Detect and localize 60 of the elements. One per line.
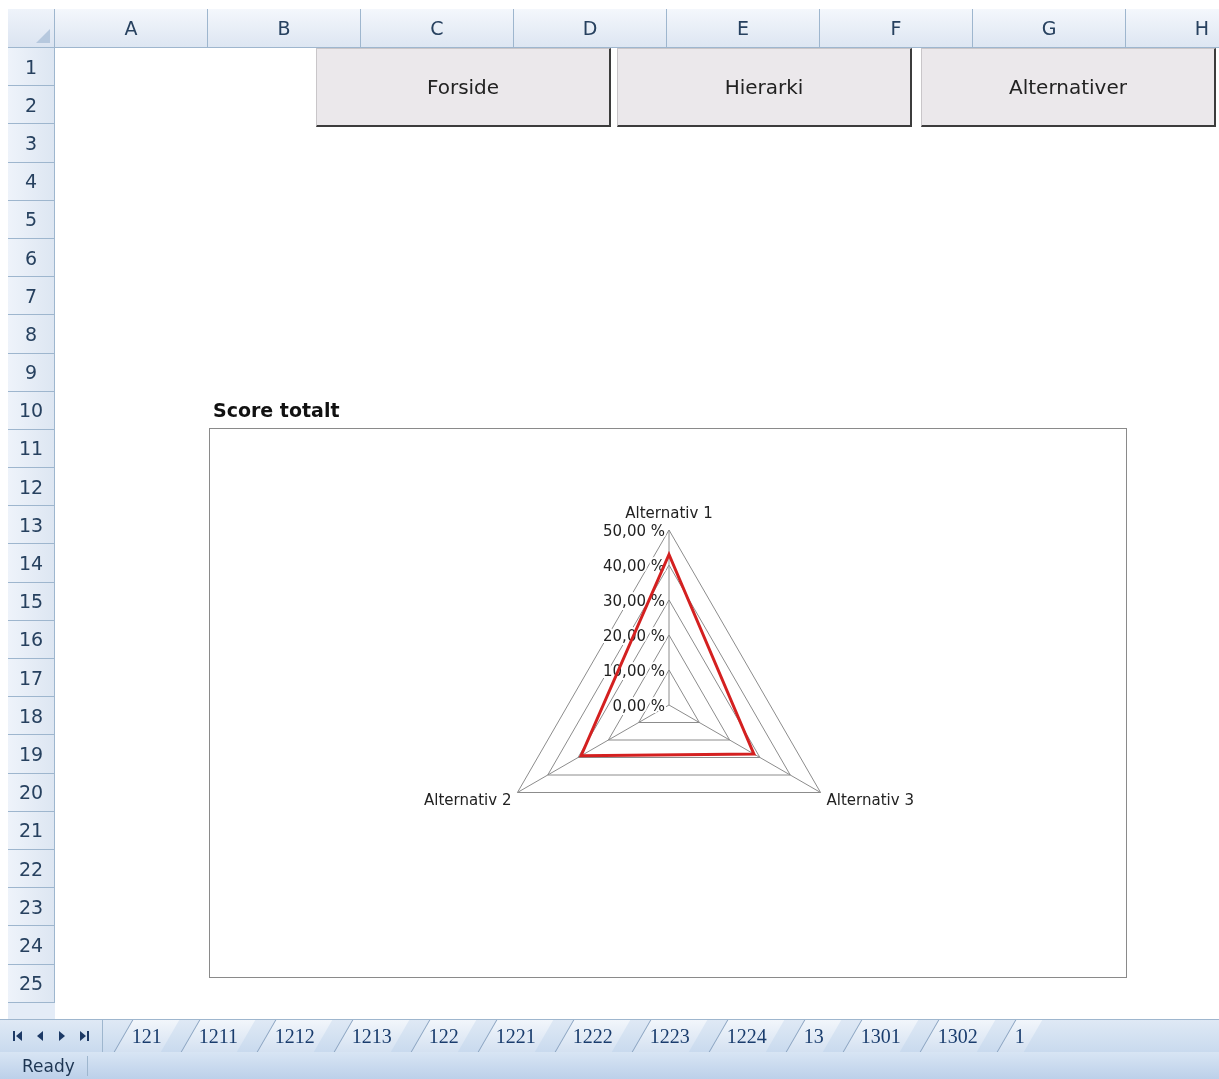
row-header[interactable]: 11: [8, 429, 55, 469]
sheet-button[interactable]: Alternativer: [921, 48, 1216, 127]
row-header[interactable]: 18: [8, 697, 55, 736]
row-header[interactable]: 15: [8, 582, 55, 621]
sheet-button[interactable]: Hierarki: [617, 48, 912, 127]
sheet-tab[interactable]: 13: [786, 1020, 842, 1052]
sheet-tab[interactable]: 1302: [920, 1020, 996, 1052]
row-header[interactable]: 14: [8, 544, 55, 583]
row-header[interactable]: 9: [8, 353, 55, 392]
category-label: Alternativ 3: [826, 790, 914, 809]
column-header[interactable]: G: [973, 9, 1126, 48]
first-sheet-button[interactable]: [12, 1030, 24, 1042]
row-header[interactable]: 22: [8, 849, 55, 889]
row-header[interactable]: 19: [8, 735, 55, 774]
sheet-tab[interactable]: 1212: [257, 1020, 333, 1052]
sheet-tab[interactable]: 1213: [334, 1020, 410, 1052]
row-header[interactable]: 24: [8, 926, 55, 965]
row-header[interactable]: 6: [8, 238, 55, 278]
column-header[interactable]: E: [667, 9, 820, 48]
sheet-tab[interactable]: 1222: [555, 1020, 631, 1052]
row-header[interactable]: 5: [8, 200, 55, 239]
row-header[interactable]: 16: [8, 620, 55, 659]
row-header[interactable]: 13: [8, 506, 55, 545]
sheet-tab[interactable]: 121: [113, 1020, 180, 1052]
row-header[interactable]: 7: [8, 277, 55, 316]
sheet-tab[interactable]: 1221: [478, 1020, 554, 1052]
tick-label: 30,00 %: [603, 592, 665, 610]
row-header[interactable]: 23: [8, 888, 55, 927]
row-header[interactable]: 1: [8, 48, 55, 87]
row-header[interactable]: 3: [8, 124, 55, 163]
tick-label: 0,00 %: [612, 697, 665, 715]
tick-label: 50,00 %: [603, 522, 665, 540]
column-header[interactable]: B: [208, 9, 361, 48]
column-header[interactable]: D: [514, 9, 667, 48]
last-sheet-button[interactable]: [78, 1030, 90, 1042]
row-header[interactable]: 20: [8, 773, 55, 812]
column-header[interactable]: H: [1126, 9, 1219, 48]
row-header[interactable]: 2: [8, 86, 55, 125]
row-header[interactable]: 10: [8, 391, 55, 430]
category-label: Alternativ 1: [625, 504, 713, 522]
sheet-tab[interactable]: 1211: [180, 1020, 256, 1052]
column-header[interactable]: A: [55, 9, 208, 48]
column-header[interactable]: F: [820, 9, 973, 48]
row-header[interactable]: 25: [8, 964, 55, 1003]
status-text: Ready: [22, 1055, 88, 1076]
sheet-tab[interactable]: 122: [411, 1020, 477, 1052]
row-header[interactable]: 17: [8, 659, 55, 698]
chart-title: Score totalt: [213, 399, 340, 421]
column-header[interactable]: C: [361, 9, 514, 48]
sheet-tab[interactable]: 1224: [709, 1020, 785, 1052]
sheet-tab[interactable]: 1223: [632, 1020, 708, 1052]
row-header[interactable]: 12: [8, 468, 55, 507]
sheet-button[interactable]: Forside: [316, 48, 611, 127]
sheet-tab[interactable]: 1301: [843, 1020, 919, 1052]
row-header[interactable]: 8: [8, 315, 55, 354]
category-label: Alternativ 2: [424, 790, 512, 809]
sheet-tab[interactable]: 1: [997, 1020, 1043, 1052]
row-header[interactable]: 21: [8, 811, 55, 850]
corner-triangle-icon: [36, 29, 50, 43]
row-header[interactable]: 4: [8, 162, 55, 201]
